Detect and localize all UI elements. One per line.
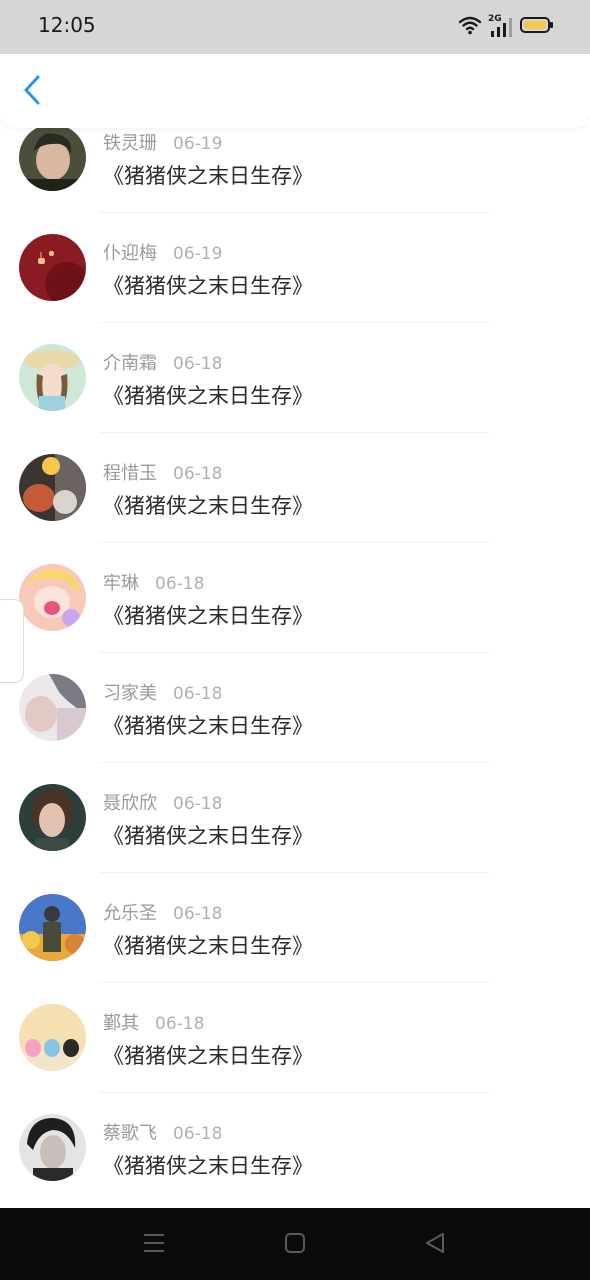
book-title[interactable]: 《猪猪侠之末日生存》	[103, 710, 313, 740]
header-bar	[0, 54, 590, 128]
list-item[interactable]: 鄞其 06-18 《猪猪侠之末日生存》	[0, 983, 590, 1093]
list-item[interactable]: 蔡歌飞 06-18 《猪猪侠之末日生存》	[0, 1093, 590, 1203]
avatar	[19, 564, 86, 631]
avatar	[19, 454, 86, 521]
back-button[interactable]	[14, 72, 50, 112]
comment-list: 铁灵珊 06-19 《猪猪侠之末日生存》 仆迎梅 06-19 《猪猪侠之末日生存》	[0, 103, 590, 1208]
list-item[interactable]: 程惜玉 06-18 《猪猪侠之末日生存》	[0, 433, 590, 543]
chevron-left-icon	[22, 74, 42, 110]
commenter-name: 程惜玉 06-18	[103, 463, 223, 484]
comment-date: 06-18	[173, 794, 223, 814]
book-title[interactable]: 《猪猪侠之末日生存》	[103, 160, 313, 190]
list-item[interactable]: 仆迎梅 06-19 《猪猪侠之末日生存》	[0, 213, 590, 323]
avatar	[19, 1114, 86, 1181]
comment-date: 06-19	[173, 134, 223, 154]
avatar	[19, 894, 86, 961]
comment-date: 06-18	[155, 574, 205, 594]
home-square-icon	[284, 1232, 306, 1258]
book-title[interactable]: 《猪猪侠之末日生存》	[103, 380, 313, 410]
commenter-name: 介南霜 06-18	[103, 353, 223, 374]
comment-date: 06-18	[155, 1014, 205, 1034]
comment-date: 06-18	[173, 904, 223, 924]
avatar	[19, 124, 86, 191]
comment-date: 06-19	[173, 244, 223, 264]
commenter-name: 仆迎梅 06-19	[103, 243, 223, 264]
comment-date: 06-18	[173, 684, 223, 704]
avatar	[19, 344, 86, 411]
book-title[interactable]: 《猪猪侠之末日生存》	[103, 930, 313, 960]
list-item[interactable]: 聂欣欣 06-18 《猪猪侠之末日生存》	[0, 763, 590, 873]
battery-icon	[520, 16, 554, 38]
book-title[interactable]: 《猪猪侠之末日生存》	[103, 600, 313, 630]
nav-back-button[interactable]	[422, 1232, 448, 1258]
book-title[interactable]: 《猪猪侠之末日生存》	[103, 1150, 313, 1180]
book-title[interactable]: 《猪猪侠之末日生存》	[103, 270, 313, 300]
commenter-name: 牢琳 06-18	[103, 573, 205, 594]
commenter-name: 习家美 06-18	[103, 683, 223, 704]
book-title[interactable]: 《猪猪侠之末日生存》	[103, 1040, 313, 1070]
commenter-name: 鄞其 06-18	[103, 1013, 205, 1034]
comment-date: 06-18	[173, 464, 223, 484]
comment-date: 06-18	[173, 354, 223, 374]
commenter-name: 聂欣欣 06-18	[103, 793, 223, 814]
status-icons: 2G	[458, 14, 554, 40]
avatar	[19, 674, 86, 741]
nav-menu-button[interactable]	[141, 1232, 167, 1258]
side-float-handle[interactable]	[0, 599, 24, 683]
list-item[interactable]: 介南霜 06-18 《猪猪侠之末日生存》	[0, 323, 590, 433]
back-triangle-icon	[424, 1232, 446, 1258]
book-title[interactable]: 《猪猪侠之末日生存》	[103, 490, 313, 520]
comment-date: 06-18	[173, 1124, 223, 1144]
avatar	[19, 784, 86, 851]
commenter-name: 蔡歌飞 06-18	[103, 1123, 223, 1144]
cellular-signal-icon: 2G	[488, 15, 514, 39]
commenter-name: 允乐圣 06-18	[103, 903, 223, 924]
status-bar: 12:05 2G	[0, 0, 590, 54]
status-time: 12:05	[38, 13, 96, 37]
system-nav-bar	[0, 1208, 590, 1280]
avatar	[19, 234, 86, 301]
list-item[interactable]: 牢琳 06-18 《猪猪侠之末日生存》	[0, 543, 590, 653]
avatar	[19, 1004, 86, 1071]
commenter-name: 铁灵珊 06-19	[103, 133, 223, 154]
nav-home-button[interactable]	[282, 1232, 308, 1258]
list-item[interactable]: 习家美 06-18 《猪猪侠之末日生存》	[0, 653, 590, 763]
book-title[interactable]: 《猪猪侠之末日生存》	[103, 820, 313, 850]
menu-icon	[142, 1232, 166, 1258]
list-item[interactable]: 允乐圣 06-18 《猪猪侠之末日生存》	[0, 873, 590, 983]
wifi-icon	[458, 15, 482, 39]
